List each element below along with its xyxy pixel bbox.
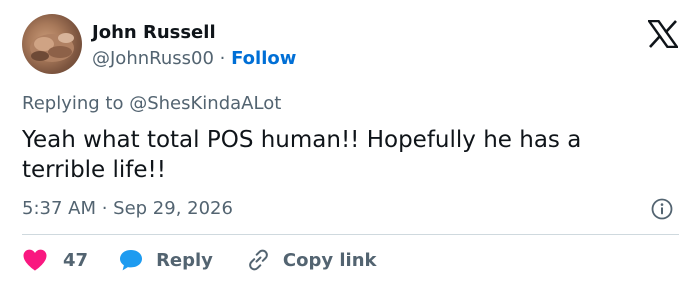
reply-label: Reply — [156, 249, 213, 271]
author-handle[interactable]: @JohnRuss00 — [92, 48, 214, 69]
like-count: 47 — [63, 249, 89, 271]
reply-button[interactable]: Reply — [118, 248, 213, 272]
avatar[interactable] — [22, 14, 82, 74]
follow-button[interactable]: Follow — [231, 48, 296, 69]
tweet-text: Yeah what total POS human!! Hopefully he… — [22, 127, 582, 183]
replying-to-label: Replying to — [22, 93, 124, 114]
replying-to: Replying to @ShesKindaALot — [22, 92, 281, 116]
divider — [22, 234, 679, 235]
info-icon[interactable] — [650, 197, 674, 221]
tweet-embed-card: John Russell @JohnRuss00 · Follow Replyi… — [0, 0, 700, 287]
handle-separator: · — [219, 48, 226, 69]
copy-link-label: Copy link — [282, 249, 377, 271]
reply-bubble-icon — [118, 248, 144, 272]
tweet-timestamp[interactable]: 5:37 AM · Sep 29, 2026 — [22, 197, 233, 221]
reply-mention-link[interactable]: @ShesKindaALot — [129, 93, 281, 114]
author-handle-row: @JohnRuss00 · Follow — [92, 47, 296, 71]
action-bar: 47 Reply Copy link — [22, 247, 377, 273]
link-icon — [245, 248, 271, 272]
copy-link-button[interactable]: Copy link — [245, 248, 377, 272]
heart-icon — [22, 248, 48, 272]
author-name[interactable]: John Russell — [92, 21, 216, 45]
x-logo-icon[interactable] — [646, 19, 680, 49]
like-button[interactable]: 47 — [22, 248, 88, 272]
